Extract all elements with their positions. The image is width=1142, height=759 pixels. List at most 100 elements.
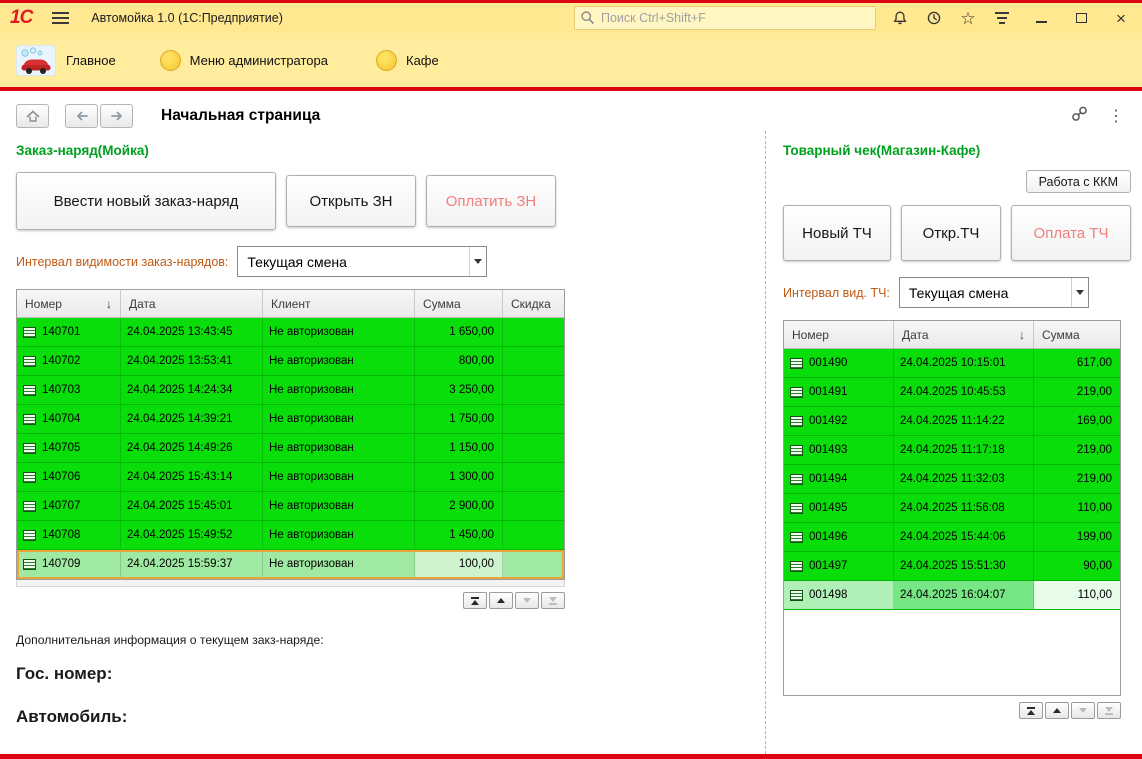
table-row[interactable]: 14070424.04.2025 14:39:21Не авторизован1…	[17, 405, 564, 434]
maximize-button[interactable]	[1070, 8, 1092, 28]
table-row[interactable]: 14070324.04.2025 14:24:34Не авторизован3…	[17, 376, 564, 405]
table-cell: 24.04.2025 13:53:41	[121, 347, 263, 376]
table-row[interactable]: 14070624.04.2025 15:43:14Не авторизован1…	[17, 463, 564, 492]
section-main-label[interactable]: Главное	[66, 53, 116, 68]
table-cell	[503, 318, 564, 347]
table-row[interactable]: 14070824.04.2025 15:49:52Не авторизован1…	[17, 521, 564, 550]
page-title: Начальная страница	[161, 107, 320, 125]
favorites-star-icon[interactable]: ☆	[958, 8, 978, 28]
section-main[interactable]: Главное	[16, 45, 116, 76]
table-cell: 110,00	[1034, 581, 1120, 610]
table-cell: Не авторизован	[263, 463, 415, 492]
go-first-row-button[interactable]	[1019, 702, 1043, 719]
receipt-panel: Товарный чек(Магазин-Кафе) Работа с ККМ …	[765, 131, 1142, 754]
document-icon	[23, 559, 36, 570]
table-cell: 001498	[784, 581, 894, 610]
window-accent-bottom	[0, 754, 1142, 759]
column-header[interactable]: Сумма	[1034, 321, 1120, 348]
global-search	[574, 6, 876, 30]
sections-panel: Главное Меню администратора Кафе	[0, 33, 1142, 87]
notifications-bell-icon[interactable]	[890, 8, 910, 28]
pay-receipt-button[interactable]: Оплата ТЧ	[1011, 205, 1131, 261]
new-receipt-button[interactable]: Новый ТЧ	[783, 205, 891, 261]
horizontal-scrollbar[interactable]	[16, 580, 565, 587]
service-menu-icon[interactable]	[992, 8, 1012, 28]
get-link-icon[interactable]	[1071, 106, 1088, 127]
column-header[interactable]: Номер↓	[17, 290, 121, 317]
table-cell	[503, 492, 564, 521]
table-cell: 24.04.2025 14:24:34	[121, 376, 263, 405]
table-cell: 001493	[784, 436, 894, 465]
go-last-row-button[interactable]	[541, 592, 565, 609]
table-cell: Не авторизован	[263, 492, 415, 521]
table-cell: 24.04.2025 16:04:07	[894, 581, 1034, 610]
table-cell: 140706	[17, 463, 121, 492]
table-cell: 001496	[784, 523, 894, 552]
kkm-button[interactable]: Работа с ККМ	[1026, 170, 1131, 193]
table-cell	[503, 376, 564, 405]
dropdown-button[interactable]	[1071, 278, 1088, 307]
close-button[interactable]: ×	[1110, 8, 1132, 28]
forward-button[interactable]	[100, 104, 133, 128]
section-cafe-label[interactable]: Кафе	[406, 53, 439, 68]
go-next-row-button[interactable]	[1071, 702, 1095, 719]
table-cell: 199,00	[1034, 523, 1120, 552]
table-cell: 24.04.2025 13:43:45	[121, 318, 263, 347]
table-cell: 24.04.2025 14:49:26	[121, 434, 263, 463]
open-receipt-button[interactable]: Откр.ТЧ	[901, 205, 1001, 261]
receipt-interval-select[interactable]: Текущая смена	[899, 277, 1089, 308]
column-header[interactable]: Дата	[121, 290, 263, 317]
table-row[interactable]: 00149224.04.2025 11:14:22169,00	[784, 407, 1120, 436]
history-clock-icon[interactable]	[924, 8, 944, 28]
go-next-row-button[interactable]	[515, 592, 539, 609]
table-row[interactable]: 00149024.04.2025 10:15:01617,00	[784, 349, 1120, 378]
search-input[interactable]	[574, 6, 876, 30]
app-window: 1С Автомойка 1.0 (1С:Предприятие) ☆ ×	[0, 0, 1142, 759]
new-order-button[interactable]: Ввести новый заказ-наряд	[16, 172, 276, 230]
table-row[interactable]: 00149824.04.2025 16:04:07110,00	[784, 581, 1120, 610]
home-button[interactable]	[16, 104, 49, 128]
table-row[interactable]: 14070524.04.2025 14:49:26Не авторизован1…	[17, 434, 564, 463]
order-interval-value: Текущая смена	[238, 247, 469, 276]
column-header[interactable]: Скидка	[503, 290, 564, 317]
open-order-button[interactable]: Открыть ЗН	[286, 175, 416, 227]
section-admin-menu-label[interactable]: Меню администратора	[190, 53, 328, 68]
go-prev-row-button[interactable]	[1045, 702, 1069, 719]
go-prev-row-button[interactable]	[489, 592, 513, 609]
dropdown-button[interactable]	[469, 247, 486, 276]
column-header[interactable]: Номер	[784, 321, 894, 348]
table-row[interactable]: 00149624.04.2025 15:44:06199,00	[784, 523, 1120, 552]
column-header[interactable]: Клиент	[263, 290, 415, 317]
more-menu-icon[interactable]: ⋮	[1108, 106, 1124, 126]
title-bar: 1С Автомойка 1.0 (1С:Предприятие) ☆ ×	[0, 3, 1142, 33]
table-row[interactable]: 14070124.04.2025 13:43:45Не авторизован1…	[17, 318, 564, 347]
table-cell: 1 750,00	[415, 405, 503, 434]
table-row[interactable]: 14070224.04.2025 13:53:41Не авторизован8…	[17, 347, 564, 376]
go-last-row-button[interactable]	[1097, 702, 1121, 719]
document-icon	[790, 358, 803, 369]
table-row[interactable]: 00149324.04.2025 11:17:18219,00	[784, 436, 1120, 465]
pay-order-button[interactable]: Оплатить ЗН	[426, 175, 556, 227]
column-header[interactable]: Сумма	[415, 290, 503, 317]
back-button[interactable]	[65, 104, 98, 128]
table-row[interactable]: 14070724.04.2025 15:45:01Не авторизован2…	[17, 492, 564, 521]
table-row[interactable]: 00149424.04.2025 11:32:03219,00	[784, 465, 1120, 494]
table-row[interactable]: 14070924.04.2025 15:59:37Не авторизован1…	[17, 550, 564, 579]
table-cell: 100,00	[415, 550, 503, 579]
table-row[interactable]: 00149724.04.2025 15:51:3090,00	[784, 552, 1120, 581]
window-title: Автомойка 1.0 (1С:Предприятие)	[91, 11, 283, 25]
document-icon	[790, 561, 803, 572]
table-row[interactable]: 00149524.04.2025 11:56:08110,00	[784, 494, 1120, 523]
table-row[interactable]: 00149124.04.2025 10:45:53219,00	[784, 378, 1120, 407]
receipt-buttons-row: Новый ТЧ Откр.ТЧ Оплата ТЧ	[783, 205, 1131, 261]
document-icon	[790, 503, 803, 514]
order-interval-select[interactable]: Текущая смена	[237, 246, 487, 277]
minimize-button[interactable]	[1030, 8, 1052, 28]
table-cell: 24.04.2025 15:45:01	[121, 492, 263, 521]
go-first-row-button[interactable]	[463, 592, 487, 609]
section-cafe[interactable]: Кафе	[376, 50, 439, 71]
column-header[interactable]: Дата↓	[894, 321, 1034, 348]
hamburger-menu-icon[interactable]	[52, 17, 69, 19]
table-cell: 24.04.2025 11:56:08	[894, 494, 1034, 523]
section-admin-menu[interactable]: Меню администратора	[160, 50, 328, 71]
